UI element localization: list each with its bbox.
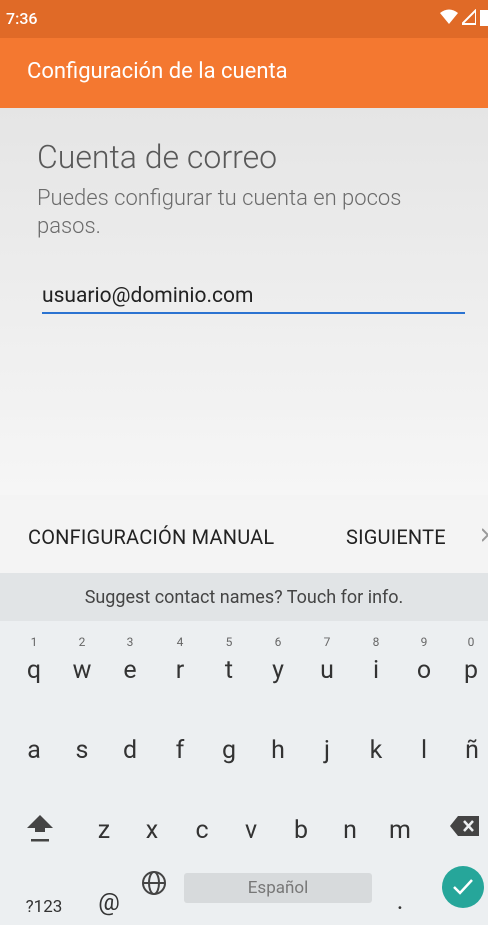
key-c[interactable]: c [178,791,226,851]
key-y[interactable]: 6y [254,631,302,691]
key-label: o [416,656,432,685]
key-r[interactable]: 4r [156,631,204,691]
app-bar-title: Configuración de la cuenta [27,59,288,84]
key-label: m [389,816,411,845]
symbols-key-label: ?123 [25,897,63,917]
key-label: u [320,656,334,685]
key-p[interactable]: 0p [447,631,488,691]
key-label: j [324,736,330,765]
key-number-hint: 6 [274,635,282,649]
account-setup-form: Cuenta de correo Puedes configurar tu cu… [0,108,488,495]
key-label: w [72,656,92,685]
key-number-hint: 4 [176,635,184,649]
key-ñ[interactable]: ñ [448,711,488,771]
key-label: x [145,816,159,845]
status-time: 7:36 [6,9,38,28]
key-label: e [123,656,137,685]
wifi-icon [440,9,458,24]
key-label: d [122,736,138,765]
key-t[interactable]: 5t [205,631,253,691]
signal-icon [462,9,476,25]
action-bar: CONFIGURACIÓN MANUAL SIGUIENTE [0,495,488,573]
key-label: g [221,736,237,765]
key-number-hint: 2 [78,635,86,649]
language-key[interactable] [138,870,170,902]
key-s[interactable]: s [58,711,106,771]
key-label: i [372,656,380,685]
symbols-key[interactable]: ?123 [18,863,70,923]
key-d[interactable]: d [106,711,154,771]
key-label: f [175,736,185,765]
period-key-label: . [396,887,404,916]
key-m[interactable]: m [376,791,424,851]
key-number-hint: 0 [467,635,475,649]
key-b[interactable]: b [277,791,325,851]
key-k[interactable]: k [352,711,400,771]
key-label: n [343,816,357,845]
key-o[interactable]: 9o [400,631,448,691]
key-number-hint: 8 [372,635,380,649]
key-label: y [272,656,284,685]
check-icon [453,879,473,895]
status-bar: 7:36 [0,0,488,38]
at-key[interactable]: @ [91,862,127,922]
key-label: r [175,656,185,685]
shift-icon [27,815,53,842]
globe-icon [142,871,166,895]
backspace-icon [450,816,479,836]
next-button[interactable]: SIGUIENTE [346,525,446,549]
enter-key[interactable] [442,866,484,908]
key-v[interactable]: v [227,791,275,851]
key-x[interactable]: x [128,791,176,851]
key-number-hint: 9 [420,635,428,649]
key-label: q [26,656,42,685]
space-key[interactable]: Español [184,873,372,903]
key-label: h [271,736,285,765]
key-a[interactable]: a [10,711,58,771]
manual-setup-button[interactable]: CONFIGURACIÓN MANUAL [28,525,274,549]
page-subtitle: Puedes configurar tu cuenta en pocos pas… [37,186,402,239]
key-j[interactable]: j [303,711,351,771]
key-label: t [224,656,234,685]
backspace-key[interactable] [440,791,488,851]
key-label: s [75,736,89,765]
key-label: ñ [465,736,479,765]
period-key[interactable]: . [384,862,416,922]
key-e[interactable]: 3e [106,631,154,691]
key-i[interactable]: 8i [352,631,400,691]
key-number-hint: 3 [126,635,134,649]
key-n[interactable]: n [326,791,374,851]
key-label: b [293,816,309,845]
at-key-label: @ [98,888,120,916]
key-number-hint: 7 [323,635,331,649]
key-number-hint: 1 [30,635,38,649]
key-w[interactable]: 2w [58,631,106,691]
key-q[interactable]: 1q [10,631,58,691]
battery-icon [480,10,488,26]
key-g[interactable]: g [205,711,253,771]
overflow-hint-icon [482,528,488,542]
shift-key[interactable] [16,791,64,851]
key-label: l [420,736,428,765]
key-label: v [244,816,258,845]
page-title: Cuenta de correo [37,138,278,176]
email-field[interactable]: usuario@dominio.com [42,280,465,314]
suggestion-strip[interactable]: Suggest contact names? Touch for info. [0,573,488,621]
key-label: z [97,816,111,845]
key-label: p [463,656,479,685]
key-label: k [369,736,383,765]
key-l[interactable]: l [400,711,448,771]
key-label: c [195,816,209,845]
key-z[interactable]: z [80,791,128,851]
key-u[interactable]: 7u [303,631,351,691]
key-f[interactable]: f [156,711,204,771]
app-bar: Configuración de la cuenta [0,38,488,108]
key-number-hint: 5 [225,635,233,649]
key-label: a [27,736,41,765]
status-icons [440,8,488,26]
key-h[interactable]: h [254,711,302,771]
